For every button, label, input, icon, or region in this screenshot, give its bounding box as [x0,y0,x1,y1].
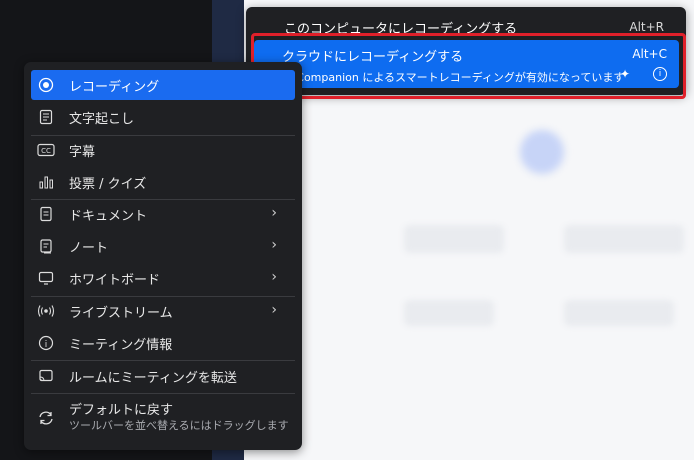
menu-item-label: 字幕 [69,144,96,160]
menu-item-recording[interactable]: レコーディング [31,70,295,100]
menu-item-notes[interactable]: ノート › [31,231,295,261]
blurred-block [564,300,674,326]
cc-icon: CC [31,143,61,157]
menu-item-label: ライブストリーム [69,305,173,321]
poll-icon [31,174,61,190]
menu-item-reset-default[interactable]: デフォルトに戻す ツールバーを並べ替えるにはドラッグします [31,398,295,438]
reset-icon [31,410,61,426]
reset-label: デフォルトに戻す [69,403,174,418]
menu-item-whiteboard[interactable]: ホワイトボード › [31,263,295,293]
toolbar-more-menu: レコーディング 文字起こし CC 字幕 投票 / クイズ ドキュメント › ノー… [24,62,302,450]
menu-item-transcript[interactable]: 文字起こし [31,102,295,132]
svg-text:CC: CC [41,147,51,155]
reset-hint: ツールバーを並べ替えるにはドラッグします [69,419,289,432]
blurred-block [404,225,504,253]
menu-item-label: ノート [69,240,109,256]
highlight-box [251,33,686,99]
menu-item-polls[interactable]: 投票 / クイズ [31,167,295,197]
menu-divider [31,393,295,394]
transcript-icon [31,109,61,125]
reset-text: デフォルトに戻す ツールバーを並べ替えるにはドラッグします [69,403,289,433]
menu-item-label: レコーディング [69,79,160,95]
chevron-right-icon: › [271,205,277,221]
menu-item-documents[interactable]: ドキュメント › [31,199,295,229]
record-local-shortcut: Alt+R [629,20,664,34]
menu-item-meeting-info[interactable]: i ミーティング情報 [31,328,295,358]
menu-item-label: 文字起こし [69,111,135,127]
menu-item-label: 投票 / クイズ [69,176,147,192]
menu-item-transfer-room[interactable]: ルームにミーティングを転送 [31,361,295,391]
menu-item-captions[interactable]: CC 字幕 [31,135,295,165]
blurred-block [404,300,494,326]
chevron-right-icon: › [271,269,277,285]
cast-icon [31,368,61,384]
menu-item-label: ホワイトボード [69,272,161,288]
chevron-right-icon: › [271,237,277,253]
record-icon [31,77,61,93]
blurred-block [564,225,684,253]
menu-item-livestream[interactable]: ライブストリーム › [31,296,295,326]
svg-text:i: i [45,340,48,350]
menu-item-label: ドキュメント [69,208,148,224]
menu-item-label: ミーティング情報 [69,337,173,353]
whiteboard-icon [31,270,61,286]
notes-icon [31,238,61,254]
livestream-icon [31,303,61,319]
blurred-avatar [520,130,564,174]
document-icon [31,206,61,222]
chevron-right-icon: › [271,302,277,318]
info-icon: i [31,335,61,351]
menu-item-label: ルームにミーティングを転送 [69,370,237,386]
